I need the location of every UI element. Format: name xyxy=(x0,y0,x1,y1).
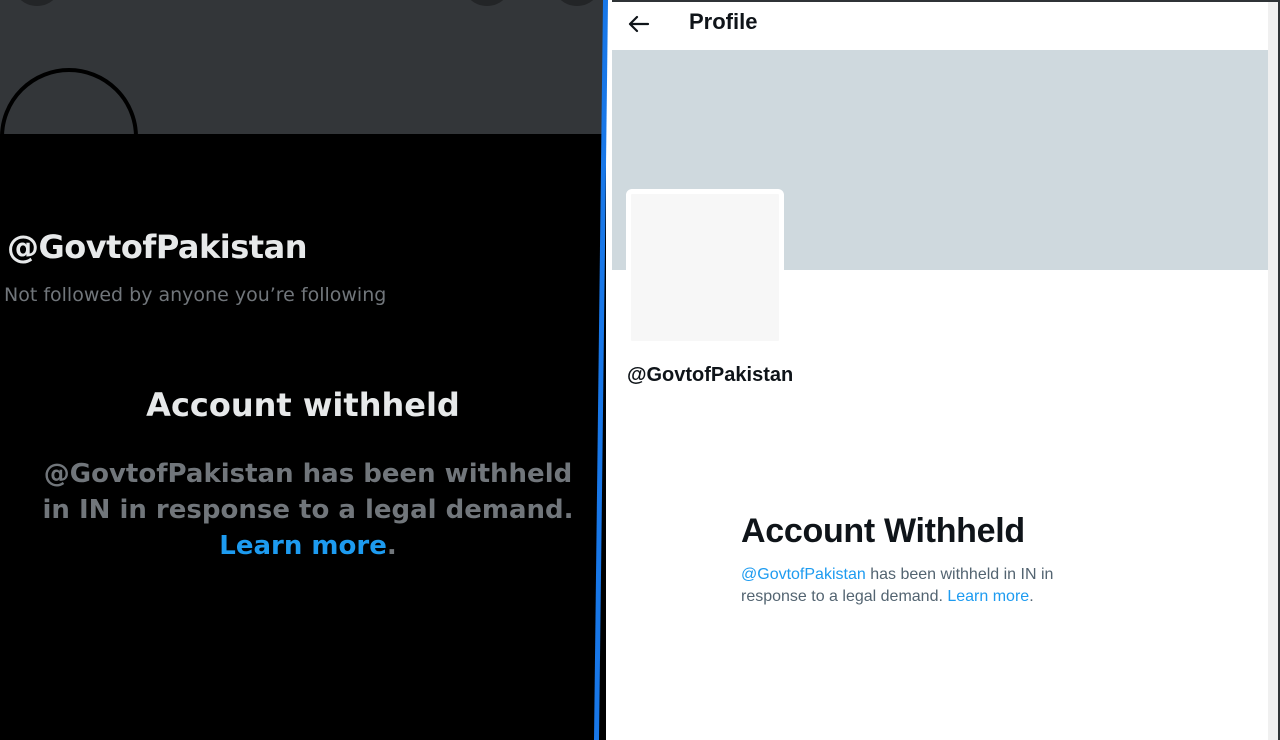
withheld-message-text: @GovtofPakistan has been withheld in IN … xyxy=(42,459,574,525)
trailing-period: . xyxy=(1029,588,1034,605)
mobile-profile-panel: @GovtofPakistan Not followed by anyone y… xyxy=(0,0,606,740)
web-profile-panel: Profile @GovtofPakistan Account Withheld… xyxy=(612,0,1280,740)
withheld-message: @GovtofPakistan has been withheld in IN … xyxy=(40,456,576,564)
profile-handle: @GovtofPakistan xyxy=(7,228,307,266)
learn-more-link[interactable]: Learn more xyxy=(947,588,1029,605)
avatar-mask xyxy=(0,134,606,214)
avatar[interactable] xyxy=(626,189,784,346)
profile-header: Profile xyxy=(612,2,1268,50)
left-arrow-icon[interactable] xyxy=(626,12,652,36)
withheld-message: @GovtofPakistan has been withheld in IN … xyxy=(741,564,1101,608)
back-button[interactable] xyxy=(12,0,62,6)
search-button[interactable] xyxy=(462,0,512,6)
withheld-title: Account Withheld xyxy=(741,512,1025,550)
learn-more-link[interactable]: Learn more xyxy=(219,531,387,561)
panel-divider xyxy=(594,0,614,740)
handle-link[interactable]: @GovtofPakistan xyxy=(741,566,866,583)
page-title: Profile xyxy=(689,9,758,34)
followers-you-know: Not followed by anyone you’re following xyxy=(4,284,387,306)
scrollbar[interactable] xyxy=(1268,2,1278,740)
withheld-title: Account withheld xyxy=(146,386,460,424)
profile-handle: @GovtofPakistan xyxy=(627,364,794,386)
trailing-period: . xyxy=(386,531,397,561)
